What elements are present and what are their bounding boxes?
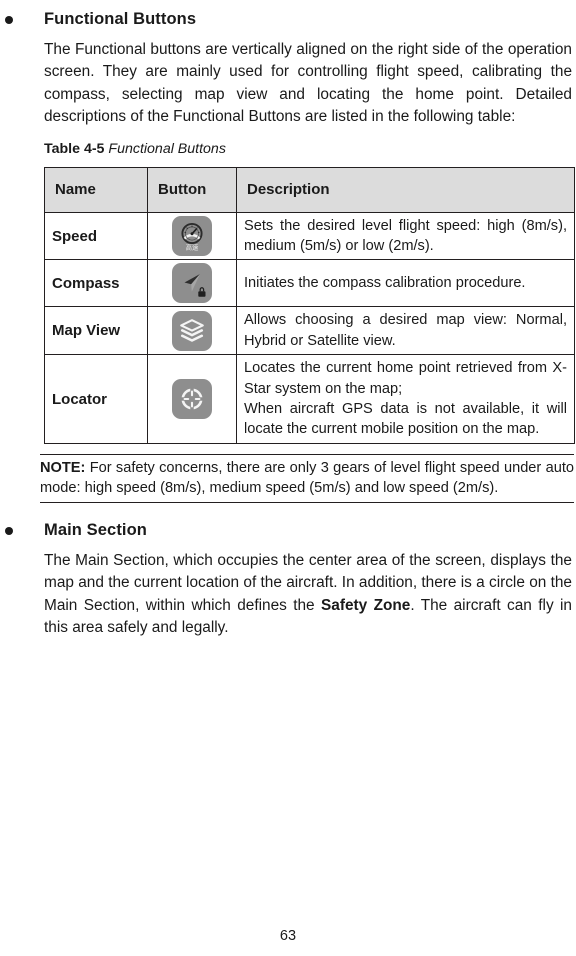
note-section-spacer <box>0 503 576 521</box>
section-heading-functional-buttons: Functional Buttons <box>0 10 576 29</box>
table-header-row: Name Button Description <box>44 166 575 213</box>
row-button-locator <box>147 354 237 444</box>
row-name-speed: Speed <box>44 211 148 261</box>
svg-text:高速: 高速 <box>186 242 199 251</box>
table-body: Speed 高速 Sets the desired level flight s… <box>44 211 575 444</box>
description-line: Sets the desired level flight speed: hig… <box>244 217 567 255</box>
row-button-speed: 高速 <box>147 211 237 261</box>
table-row: Locator Locates the current home point r… <box>44 354 575 444</box>
row-button-compass <box>147 259 237 308</box>
paragraph-main-section: The Main Section, which occupies the cen… <box>0 550 576 640</box>
description-line: Allows choosing a desired map view: Norm… <box>244 312 567 349</box>
description-line: Locates the current home point retrieved… <box>244 360 567 397</box>
functional-buttons-table: Name Button Description Speed 高速 Sets th… <box>44 166 575 444</box>
page-number: 63 <box>279 928 297 944</box>
caption-table-spacer <box>0 157 576 167</box>
row-button-map-view <box>147 306 237 356</box>
lock-badge <box>198 287 206 298</box>
table-wrapper: Name Button Description Speed 高速 Sets th… <box>0 166 576 444</box>
paragraph-caption-spacer <box>0 129 576 141</box>
safety-zone-emphasis: Safety Zone <box>321 596 411 614</box>
heading-paragraph-spacer <box>0 29 576 39</box>
table-row: Compass Initiates the compass calibratio… <box>44 259 575 308</box>
section-heading-main-section: Main Section <box>0 521 576 540</box>
bullet-dot-icon <box>5 527 13 536</box>
map-layers-icon <box>172 310 212 351</box>
crosshair-target-icon <box>172 379 212 420</box>
table-row: Map View Allows choosing a desired map v… <box>44 306 575 356</box>
column-header-button: Button <box>147 166 237 213</box>
top-spacer <box>0 0 576 10</box>
description-line: When aircraft GPS data is not available,… <box>244 401 567 438</box>
table-caption: Table 4-5 Functional Buttons <box>0 141 576 157</box>
description-line: Initiates the compass calibration proced… <box>244 275 526 292</box>
note-text: NOTE: For safety concerns, there are onl… <box>40 455 574 502</box>
compass-arrow-lock-icon <box>172 263 212 304</box>
document-page: Functional Buttons The Functional button… <box>0 0 576 956</box>
row-description-map-view: Allows choosing a desired map view: Norm… <box>236 306 575 356</box>
row-description-locator: Locates the current home point retrieved… <box>236 354 575 444</box>
row-description-speed: Sets the desired level flight speed: hig… <box>236 211 575 261</box>
note-label: NOTE: <box>40 459 86 476</box>
row-description-compass: Initiates the compass calibration proced… <box>236 259 575 308</box>
row-name-map-view: Map View <box>44 306 148 356</box>
column-header-name: Name <box>44 166 148 213</box>
speedometer-icon: 高速 <box>172 216 212 257</box>
note-block: NOTE: For safety concerns, there are onl… <box>0 453 576 504</box>
heading-text: Main Section <box>44 521 147 540</box>
heading-paragraph-spacer-2 <box>0 540 576 550</box>
column-header-description: Description <box>236 166 575 213</box>
bullet-dot-icon <box>5 16 13 24</box>
note-body-text: For safety concerns, there are only 3 ge… <box>40 459 574 497</box>
table-note-spacer <box>0 444 576 454</box>
row-name-locator: Locator <box>44 354 148 444</box>
table-caption-label: Table 4-5 <box>44 140 105 157</box>
table-row: Speed 高速 Sets the desired level flight s… <box>44 211 575 261</box>
heading-text: Functional Buttons <box>44 10 197 28</box>
table-caption-title: Functional Buttons <box>108 140 226 157</box>
paragraph-functional-buttons: The Functional buttons are vertically al… <box>44 41 572 126</box>
row-name-compass: Compass <box>44 259 148 308</box>
table-head: Name Button Description <box>44 166 575 213</box>
